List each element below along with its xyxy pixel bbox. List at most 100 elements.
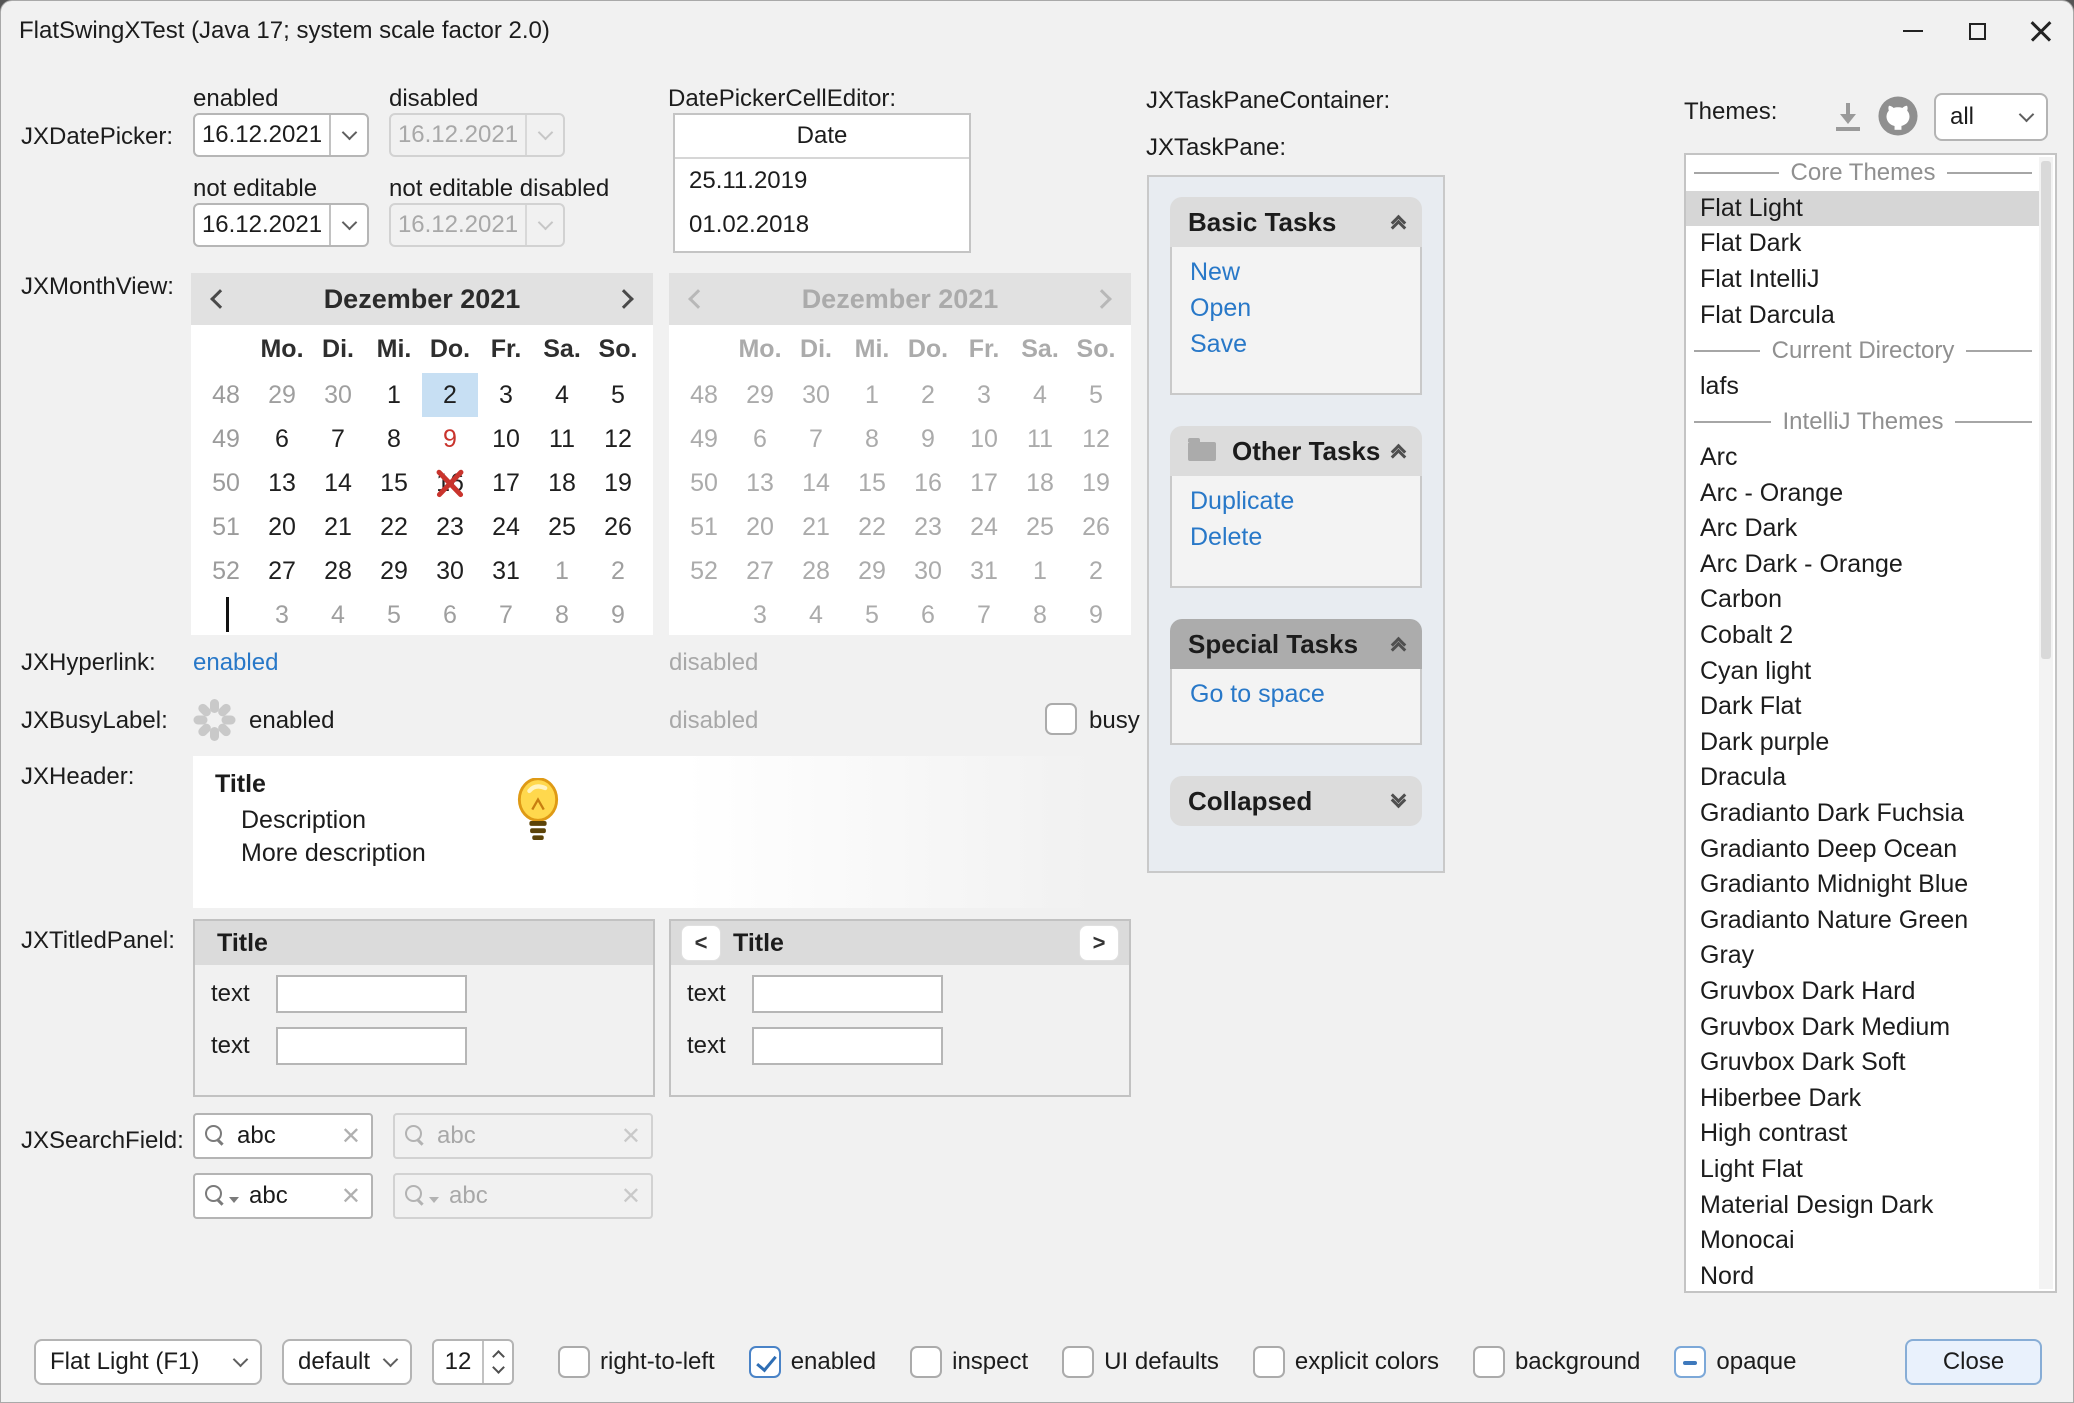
- calendar-day[interactable]: 6: [422, 593, 478, 637]
- spinner-value[interactable]: 12: [434, 1341, 482, 1383]
- search-input[interactable]: abc: [249, 1182, 341, 1210]
- calendar-day[interactable]: 29: [366, 549, 422, 593]
- title-bar[interactable]: FlatSwingXTest (Java 17; system scale fa…: [1, 1, 2073, 61]
- theme-item[interactable]: Gruvbox Dark Medium: [1686, 1009, 2040, 1045]
- theme-item[interactable]: Gradianto Deep Ocean: [1686, 831, 2040, 867]
- spinner-down-icon[interactable]: [492, 1361, 505, 1374]
- theme-item[interactable]: Cobalt 2: [1686, 618, 2040, 654]
- datepicker-dropdown-button[interactable]: [329, 205, 367, 245]
- taskpane-link[interactable]: Duplicate: [1190, 488, 1420, 515]
- calendar-day[interactable]: 20: [254, 505, 310, 549]
- calendar-day[interactable]: 30: [310, 373, 366, 417]
- taskpane-link[interactable]: Open: [1190, 295, 1420, 322]
- calendar-day[interactable]: 31: [478, 549, 534, 593]
- calendar-day[interactable]: 8: [366, 417, 422, 461]
- calendar-day[interactable]: 4: [310, 593, 366, 637]
- scrollbar-thumb[interactable]: [2041, 161, 2051, 659]
- minimize-button[interactable]: [1881, 1, 1945, 61]
- calendar-day[interactable]: 7: [310, 417, 366, 461]
- calendar-day[interactable]: 21: [310, 505, 366, 549]
- maximize-button[interactable]: [1945, 1, 2009, 61]
- calendar-day[interactable]: 13: [254, 461, 310, 505]
- theme-item[interactable]: Carbon: [1686, 582, 2040, 618]
- calendar-day[interactable]: 16: [422, 461, 478, 505]
- calendar-day[interactable]: 9: [422, 417, 478, 461]
- theme-item[interactable]: Dark Flat: [1686, 689, 2040, 725]
- calendar-day[interactable]: 9: [590, 593, 646, 637]
- calendar-day[interactable]: 10: [478, 417, 534, 461]
- calendar-day[interactable]: 17: [478, 461, 534, 505]
- table-row[interactable]: 01.02.2018: [675, 203, 969, 247]
- datepicker-noteditable-field[interactable]: 16.12.2021: [193, 203, 369, 247]
- theme-item[interactable]: Nord: [1686, 1258, 2040, 1293]
- collapse-chevrons-icon[interactable]: [1393, 217, 1404, 227]
- calendar-day[interactable]: 6: [254, 417, 310, 461]
- hyperlink-enabled[interactable]: enabled: [193, 649, 278, 677]
- calendar-day[interactable]: 5: [590, 373, 646, 417]
- calendar-day[interactable]: 12: [590, 417, 646, 461]
- calendar-day[interactable]: 3: [254, 593, 310, 637]
- taskpane-titlebar[interactable]: Basic Tasks: [1170, 197, 1422, 247]
- calendar-day[interactable]: 19: [590, 461, 646, 505]
- explicit-colors-checkbox[interactable]: [1253, 1346, 1285, 1378]
- themes-list[interactable]: Core ThemesFlat LightFlat DarkFlat Intel…: [1684, 153, 2057, 1293]
- calendar-day[interactable]: 14: [310, 461, 366, 505]
- opaque-checkbox[interactable]: [1674, 1346, 1706, 1378]
- github-icon[interactable]: [1875, 93, 1921, 139]
- theme-item[interactable]: lafs: [1686, 369, 2040, 405]
- theme-item[interactable]: Hiberbee Dark: [1686, 1080, 2040, 1116]
- theme-item[interactable]: Gray: [1686, 938, 2040, 974]
- taskpane-link[interactable]: New: [1190, 259, 1420, 286]
- busy-checkbox[interactable]: [1045, 703, 1077, 735]
- theme-item[interactable]: Dark purple: [1686, 725, 2040, 761]
- theme-item[interactable]: Flat Darcula: [1686, 297, 2040, 333]
- theme-item[interactable]: Arc: [1686, 440, 2040, 476]
- calendar-day[interactable]: 15: [366, 461, 422, 505]
- collapse-chevrons-icon[interactable]: [1393, 639, 1404, 649]
- clear-icon[interactable]: ✕: [341, 1182, 361, 1211]
- calendar-day[interactable]: 28: [310, 549, 366, 593]
- scrollbar[interactable]: [2039, 157, 2053, 1289]
- theme-item[interactable]: Flat Dark: [1686, 226, 2040, 262]
- table-row[interactable]: 25.11.2019: [675, 159, 969, 203]
- enabled-checkbox[interactable]: [749, 1346, 781, 1378]
- calendar-day[interactable]: 23: [422, 505, 478, 549]
- titledpanel-next-button[interactable]: >: [1079, 925, 1119, 961]
- date-value[interactable]: 16.12.2021: [195, 205, 329, 245]
- search-menu-icon[interactable]: [205, 1185, 227, 1207]
- spinner-buttons[interactable]: [482, 1341, 512, 1383]
- taskpane-titlebar[interactable]: Other Tasks: [1170, 426, 1422, 476]
- clear-icon[interactable]: ✕: [341, 1122, 361, 1151]
- background-checkbox[interactable]: [1473, 1346, 1505, 1378]
- titledpanel-prev-button[interactable]: <: [681, 925, 721, 961]
- datepicker-dropdown-button[interactable]: [329, 115, 367, 155]
- text-input[interactable]: [276, 975, 467, 1013]
- search-field[interactable]: abc ✕: [193, 1113, 373, 1159]
- taskpane-titlebar[interactable]: Collapsed: [1170, 776, 1422, 826]
- theme-item[interactable]: Light Flat: [1686, 1152, 2040, 1188]
- expand-chevrons-icon[interactable]: [1393, 796, 1404, 806]
- calendar-day[interactable]: 4: [534, 373, 590, 417]
- calendar-day[interactable]: 8: [534, 593, 590, 637]
- theme-item[interactable]: Material Design Dark: [1686, 1187, 2040, 1223]
- calendar-day[interactable]: 1: [534, 549, 590, 593]
- theme-item[interactable]: Monocai: [1686, 1223, 2040, 1259]
- theme-item[interactable]: High contrast: [1686, 1116, 2040, 1152]
- theme-item[interactable]: Cyan light: [1686, 653, 2040, 689]
- download-icon[interactable]: [1828, 99, 1868, 139]
- text-input[interactable]: [276, 1027, 467, 1065]
- date-value[interactable]: 16.12.2021: [195, 115, 329, 155]
- font-size-spinner[interactable]: 12: [432, 1339, 514, 1385]
- theme-item[interactable]: Flat IntelliJ: [1686, 262, 2040, 298]
- calendar-day[interactable]: 30: [422, 549, 478, 593]
- calendar-day[interactable]: 2: [422, 373, 478, 417]
- search-input[interactable]: abc: [237, 1122, 341, 1150]
- calendar-day[interactable]: 25: [534, 505, 590, 549]
- close-window-button[interactable]: [2009, 1, 2073, 61]
- collapse-chevrons-icon[interactable]: [1393, 446, 1404, 456]
- monthview-enabled[interactable]: Dezember 2021 Mo.Di.Mi.Do.Fr.Sa.So.48293…: [191, 273, 653, 635]
- taskpane-link[interactable]: Go to space: [1190, 681, 1420, 708]
- calendar-day[interactable]: 29: [254, 373, 310, 417]
- theme-item[interactable]: Flat Light: [1686, 191, 2040, 227]
- calendar-day[interactable]: 11: [534, 417, 590, 461]
